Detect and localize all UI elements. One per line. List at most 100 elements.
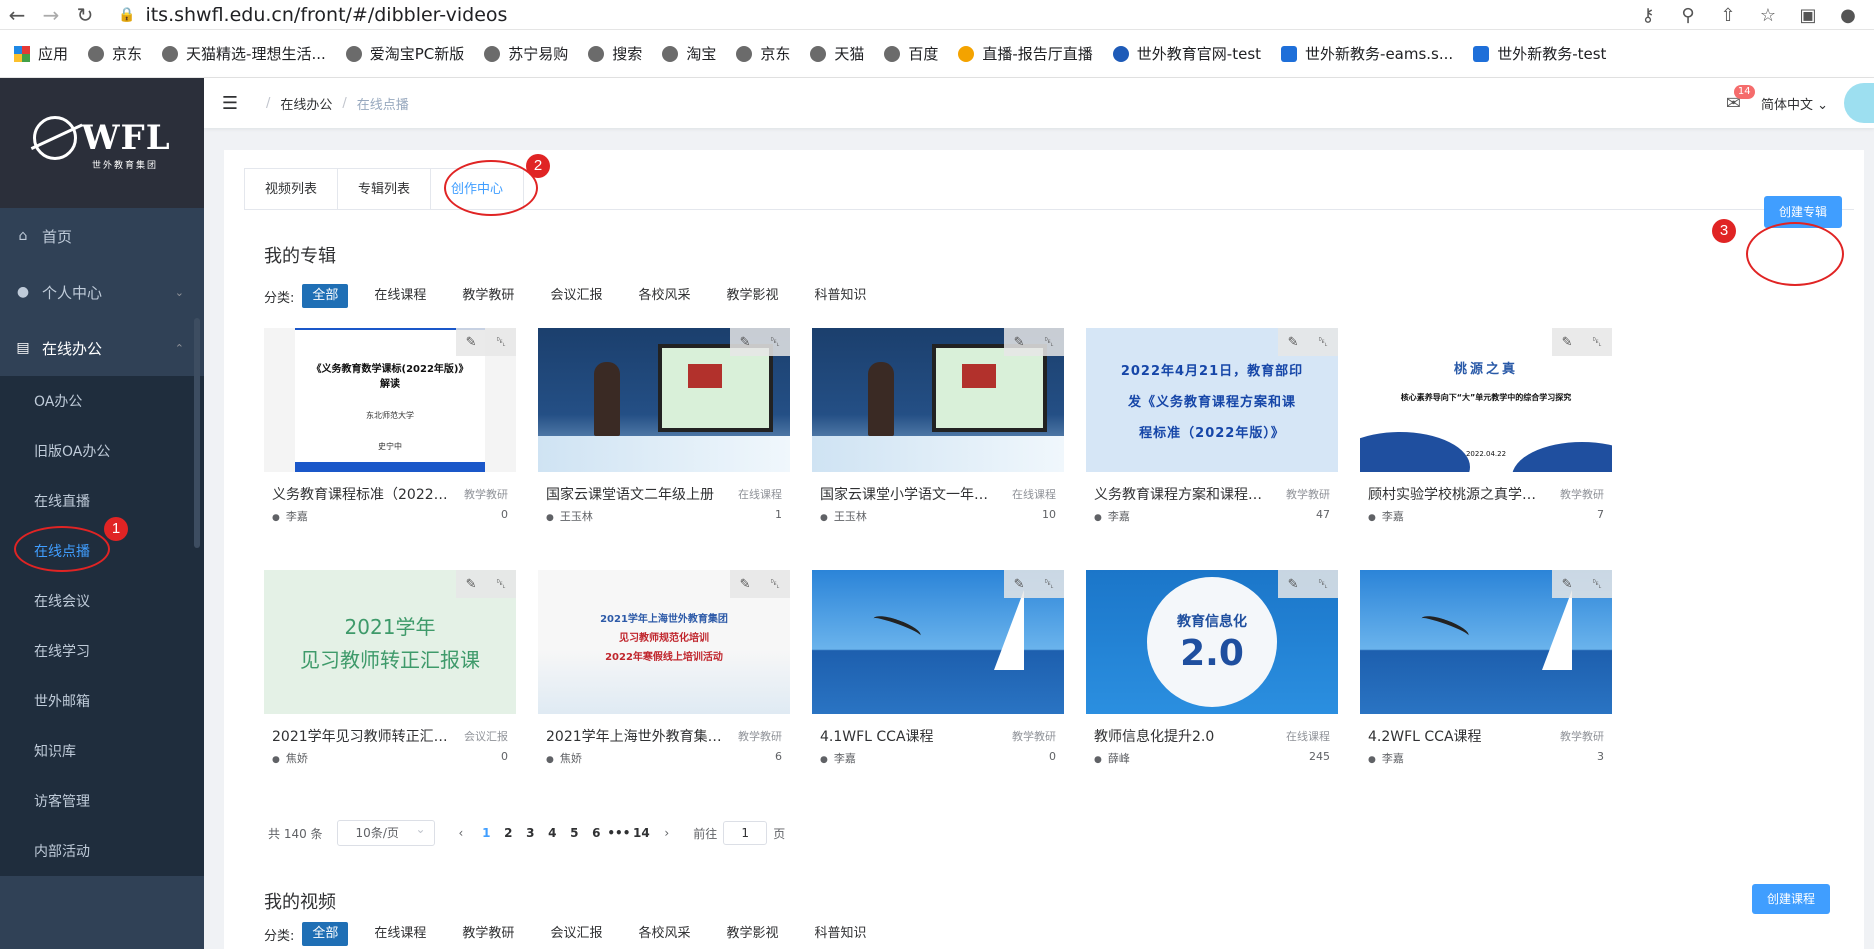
album-card[interactable]: ✎␡国家云课堂小学语文一年级上册在线课程王玉林10 [812, 328, 1064, 528]
sidebar-subitem[interactable]: 在线直播 [0, 476, 204, 526]
bookmark-item[interactable]: 搜索 [588, 43, 642, 64]
bookmark-item[interactable]: 世外新教务-test [1473, 43, 1606, 64]
back-icon[interactable]: ← [0, 0, 34, 30]
page-number[interactable]: 14 [630, 826, 652, 840]
filter-chip[interactable]: 教学教研 [452, 284, 524, 308]
card-title[interactable]: 2021学年上海世外教育集团见习教师规范化培训 [546, 726, 726, 746]
breadcrumb-item[interactable]: 在线办公 [280, 94, 332, 113]
address-bar[interactable]: 🔒 its.shwfl.edu.cn/front/#/dibbler-video… [118, 0, 507, 30]
star-icon[interactable]: ☆ [1748, 5, 1788, 26]
edit-icon[interactable]: ✎ [740, 577, 751, 592]
page-number[interactable]: ••• [607, 826, 630, 840]
filter-chip[interactable]: 会议汇报 [540, 922, 612, 946]
card-title[interactable]: 教师信息化提升2.0 [1094, 726, 1214, 746]
filter-chip[interactable]: 教学影视 [716, 922, 788, 946]
card-title[interactable]: 义务教育课程标准（2022年版）解读 [272, 484, 452, 504]
card-title[interactable]: 2021学年见习教师转正汇报课 [272, 726, 452, 746]
filter-chip[interactable]: 各校风采 [628, 284, 700, 308]
filter-chip[interactable]: 教学影视 [716, 284, 788, 308]
extension-icon[interactable]: ▣ [1788, 5, 1828, 26]
trash-icon[interactable]: ␡ [1592, 577, 1602, 592]
trash-icon[interactable]: ␡ [1044, 577, 1054, 592]
album-card[interactable]: 桃源之真 核心素养导向下“大”单元教学中的综合学习探究 2022.04.22 ✎ ␡ 顾村… [1360, 328, 1612, 528]
prev-page-icon[interactable]: ‹ [459, 826, 464, 840]
bookmark-item[interactable]: 世外新教务-eams.s... [1281, 43, 1453, 64]
bookmark-item[interactable]: 应用 [14, 43, 68, 64]
bookmark-item[interactable]: 京东 [88, 43, 142, 64]
bookmark-item[interactable]: 天猫精选-理想生活... [162, 43, 326, 64]
bookmark-item[interactable]: 爱淘宝PC新版 [345, 43, 464, 64]
trash-icon[interactable]: ␡ [1318, 577, 1328, 592]
sidebar-subitem[interactable]: 访客管理 [0, 776, 204, 826]
page-number[interactable]: 1 [475, 826, 497, 840]
zoom-icon[interactable]: ⚲ [1668, 5, 1708, 26]
filter-chip[interactable]: 会议汇报 [540, 284, 612, 308]
card-thumbnail[interactable]: 《义务教育数学课标(2022年版)》 解读 东北师范大学 史宁中 ✎ ␡ [264, 328, 516, 472]
sidebar-item-office[interactable]: ▤ 在线办公 ⌃ [0, 320, 204, 376]
album-card[interactable]: ✎␡国家云课堂语文二年级上册在线课程王玉林1 [538, 328, 790, 528]
trash-icon[interactable]: ␡ [1592, 335, 1602, 350]
profile-icon[interactable]: ● [1828, 5, 1868, 26]
edit-icon[interactable]: ✎ [466, 335, 477, 350]
sidebar-subitem[interactable]: 知识库 [0, 726, 204, 776]
album-card[interactable]: 2022年4月21日，教育部印 发《义务教育课程方案和课 程标准（2022年版）》 ✎… [1086, 328, 1338, 528]
card-thumbnail[interactable]: ✎ ␡ [812, 570, 1064, 714]
card-thumbnail[interactable]: ✎ ␡ [812, 328, 1064, 472]
tab-video-list[interactable]: 视频列表 [245, 169, 339, 210]
page-number[interactable]: 3 [519, 826, 541, 840]
bookmark-item[interactable]: 百度 [884, 43, 938, 64]
album-card[interactable]: 2021学年见习教师转正汇报课✎␡2021学年见习教师转正汇报课会议汇报焦娇0 [264, 570, 516, 770]
bookmark-item[interactable]: 世外教育官网-test [1112, 43, 1261, 64]
share-icon[interactable]: ⇧ [1708, 5, 1748, 26]
trash-icon[interactable]: ␡ [1044, 335, 1054, 350]
bookmark-item[interactable]: 天猫 [810, 43, 864, 64]
edit-icon[interactable]: ✎ [1288, 577, 1299, 592]
card-thumbnail[interactable]: 2022年4月21日，教育部印 发《义务教育课程方案和课 程标准（2022年版）》 ✎… [1086, 328, 1338, 472]
goto-page-input[interactable]: 1 [723, 821, 768, 845]
card-thumbnail[interactable]: 教育信息化 2.0 ✎ ␡ [1086, 570, 1338, 714]
trash-icon[interactable]: ␡ [1318, 335, 1328, 350]
edit-icon[interactable]: ✎ [1288, 335, 1299, 350]
sidebar-subitem[interactable]: 旧版OA办公 [0, 426, 204, 476]
filter-chip[interactable]: 全部 [302, 922, 349, 946]
bookmark-item[interactable]: 苏宁易购 [484, 43, 568, 64]
trash-icon[interactable]: ␡ [496, 335, 506, 350]
next-page-icon[interactable]: › [664, 826, 669, 840]
sidebar-subitem[interactable]: 在线学习 [0, 626, 204, 676]
card-title[interactable]: 顾村实验学校桃源之真学术节 [1368, 484, 1548, 504]
page-size-select[interactable]: 10条/页 [336, 817, 435, 846]
card-thumbnail[interactable]: 桃源之真 核心素养导向下“大”单元教学中的综合学习探究 2022.04.22 ✎ ␡ [1360, 328, 1612, 472]
album-card[interactable]: 2021学年上海世外教育集团 见习教师规范化培训 2022年寒假线上培训活动 ✎ ␡ 20… [538, 570, 790, 770]
sidebar-item-personal[interactable]: ● 个人中心 ⌄ [0, 264, 204, 320]
avatar[interactable] [1844, 83, 1874, 123]
edit-icon[interactable]: ✎ [466, 577, 477, 592]
card-thumbnail[interactable]: ✎ ␡ [538, 328, 790, 472]
bookmark-item[interactable]: 直播-报告厅直播 [958, 43, 1093, 64]
sidebar-subitem[interactable]: 世外邮箱 [0, 676, 204, 726]
trash-icon[interactable]: ␡ [770, 335, 780, 350]
card-title[interactable]: 国家云课堂小学语文一年级上册 [820, 484, 1000, 504]
sidebar-item-home[interactable]: ⌂ 首页 [0, 208, 204, 264]
language-select[interactable]: 简体中文 ⌄ [1761, 94, 1828, 113]
filter-chip[interactable]: 全部 [302, 284, 349, 308]
bookmark-item[interactable]: 京东 [736, 43, 790, 64]
card-title[interactable]: 义务教育课程方案和课程标准 [1094, 484, 1274, 504]
filter-chip[interactable]: 科普知识 [804, 284, 876, 308]
bookmark-item[interactable]: 淘宝 [662, 43, 716, 64]
sidebar-subitem[interactable]: 在线会议 [0, 576, 204, 626]
edit-icon[interactable]: ✎ [1562, 335, 1573, 350]
trash-icon[interactable]: ␡ [770, 577, 780, 592]
create-course-button[interactable]: 创建课程 [1752, 884, 1831, 914]
filter-chip[interactable]: 各校风采 [628, 922, 700, 946]
key-icon[interactable]: ⚷ [1628, 5, 1668, 26]
filter-chip[interactable]: 教学教研 [452, 922, 524, 946]
sidebar-subitem[interactable]: OA办公 [0, 376, 204, 426]
filter-chip[interactable]: 在线课程 [364, 922, 436, 946]
edit-icon[interactable]: ✎ [1562, 577, 1573, 592]
filter-chip[interactable]: 科普知识 [804, 922, 876, 946]
forward-icon[interactable]: → [34, 0, 68, 30]
message-button[interactable]: ✉ 14 [1726, 84, 1755, 114]
filter-chip[interactable]: 在线课程 [364, 284, 436, 308]
card-title[interactable]: 4.1WFL CCA课程 [820, 726, 934, 746]
album-card[interactable]: ✎␡4.1WFL CCA课程教学教研李嘉0 [812, 570, 1064, 770]
